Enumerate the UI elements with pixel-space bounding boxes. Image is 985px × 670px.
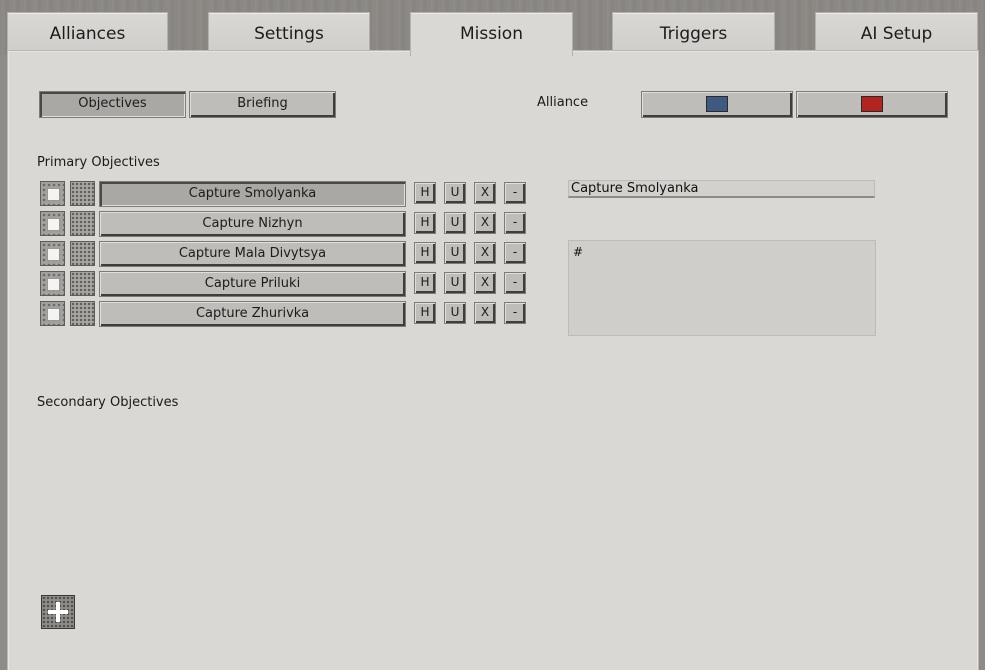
- objective-type-toggle[interactable]: [70, 271, 95, 296]
- tab-mission[interactable]: Mission: [410, 12, 573, 56]
- tab-settings[interactable]: Settings: [208, 12, 370, 52]
- objective-h-button[interactable]: H: [414, 302, 436, 324]
- objective-u-button[interactable]: U: [444, 212, 466, 234]
- objective-h-button[interactable]: H: [414, 242, 436, 264]
- objective-remove-button[interactable]: -: [504, 182, 526, 204]
- objective-h-button[interactable]: H: [414, 272, 436, 294]
- checkbox-square-icon: [47, 218, 60, 231]
- objective-u-button[interactable]: U: [444, 182, 466, 204]
- objective-x-button[interactable]: X: [474, 302, 496, 324]
- checkbox-square-icon: [47, 248, 60, 261]
- objective-x-button[interactable]: X: [474, 242, 496, 264]
- objective-checkbox[interactable]: [40, 241, 65, 266]
- objective-name-button[interactable]: Capture Priluki: [99, 271, 406, 297]
- objective-name-button[interactable]: Capture Smolyanka: [99, 181, 406, 207]
- alliance-blue-button[interactable]: [641, 91, 793, 118]
- objective-description-field[interactable]: #: [568, 240, 876, 336]
- objective-remove-button[interactable]: -: [504, 272, 526, 294]
- blue-swatch: [706, 96, 728, 112]
- objective-type-toggle[interactable]: [70, 301, 95, 326]
- objective-h-button[interactable]: H: [414, 212, 436, 234]
- objective-checkbox[interactable]: [40, 301, 65, 326]
- briefing-subtab[interactable]: Briefing: [189, 91, 336, 118]
- objective-x-button[interactable]: X: [474, 212, 496, 234]
- tab-alliances[interactable]: Alliances: [7, 12, 168, 52]
- plus-icon: [56, 602, 60, 622]
- objective-remove-button[interactable]: -: [504, 302, 526, 324]
- objective-u-button[interactable]: U: [444, 272, 466, 294]
- objective-checkbox[interactable]: [40, 271, 65, 296]
- objective-x-button[interactable]: X: [474, 272, 496, 294]
- secondary-objectives-heading: Secondary Objectives: [37, 395, 179, 410]
- objective-remove-button[interactable]: -: [504, 242, 526, 264]
- objective-checkbox[interactable]: [40, 181, 65, 206]
- add-objective-button[interactable]: [41, 595, 75, 629]
- objective-name-button[interactable]: Capture Mala Divytsya: [99, 241, 406, 267]
- primary-objectives-heading: Primary Objectives: [37, 155, 160, 170]
- red-swatch: [861, 96, 883, 112]
- alliance-label: Alliance: [537, 95, 589, 110]
- objective-u-button[interactable]: U: [444, 242, 466, 264]
- checkbox-square-icon: [47, 188, 60, 201]
- objective-type-toggle[interactable]: [70, 181, 95, 206]
- alliance-red-button[interactable]: [796, 91, 948, 118]
- checkbox-square-icon: [47, 308, 60, 321]
- objective-checkbox[interactable]: [40, 211, 65, 236]
- objective-u-button[interactable]: U: [444, 302, 466, 324]
- objective-h-button[interactable]: H: [414, 182, 436, 204]
- objective-name-button[interactable]: Capture Nizhyn: [99, 211, 406, 237]
- objective-type-toggle[interactable]: [70, 211, 95, 236]
- objective-remove-button[interactable]: -: [504, 212, 526, 234]
- objective-name-button[interactable]: Capture Zhurivka: [99, 301, 406, 327]
- objectives-subtab[interactable]: Objectives: [39, 91, 186, 118]
- tab-ai-setup[interactable]: AI Setup: [815, 12, 978, 52]
- objective-type-toggle[interactable]: [70, 241, 95, 266]
- checkbox-square-icon: [47, 278, 60, 291]
- objective-name-field[interactable]: Capture Smolyanka: [568, 180, 875, 198]
- objective-x-button[interactable]: X: [474, 182, 496, 204]
- tab-triggers[interactable]: Triggers: [612, 12, 775, 52]
- mission-panel: [7, 50, 979, 670]
